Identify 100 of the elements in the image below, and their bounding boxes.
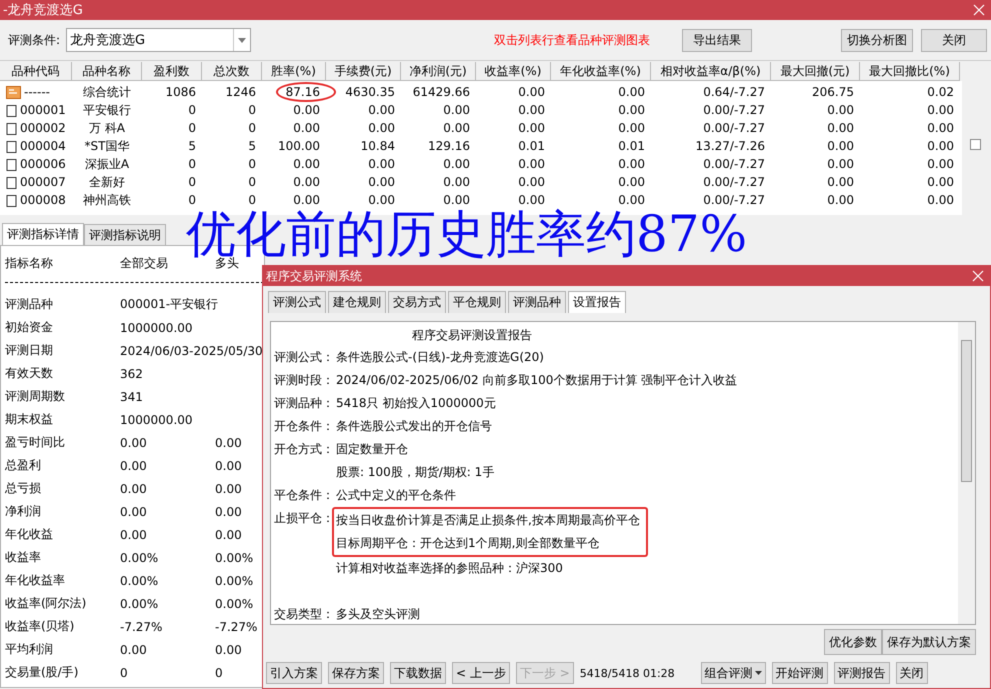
metric-name: 盈亏时间比	[5, 434, 65, 451]
tab[interactable]: 评测指标详情	[2, 223, 84, 245]
footer-button[interactable]: 关闭	[896, 662, 928, 684]
table-cell-text: 0.00	[292, 102, 321, 119]
scrollbar-thumb[interactable]	[961, 340, 972, 482]
table-cell-text: 0.00	[292, 192, 321, 209]
table-cell-text: 0.00	[617, 84, 646, 101]
report-text: 多头及空头评测	[336, 607, 420, 621]
table-cell-text: 0	[247, 120, 257, 137]
report-text: 条件选股公式发出的开仓信号	[336, 419, 492, 433]
table-cell-text: 平安银行	[82, 102, 132, 119]
table-cell-text: 61429.66	[412, 84, 471, 101]
metric-value: 0.00%	[120, 574, 158, 588]
table-cell-text: 神州高铁	[82, 192, 132, 209]
metric-name: 年化收益	[5, 526, 53, 543]
column-header[interactable]: 相对收益率α/β(%)	[651, 62, 771, 80]
document-icon	[6, 158, 17, 170]
metric-value: 0.00	[120, 458, 147, 472]
table-cell-text: 0.00	[517, 84, 546, 101]
document-icon	[6, 194, 17, 206]
metric-value: 0.00	[215, 504, 242, 518]
window-title: -龙舟竞渡选G	[3, 2, 83, 19]
report-text: 股票: 100股，期货/期权: 1手	[336, 465, 494, 479]
toolbar-button[interactable]: 导出结果	[682, 28, 752, 52]
footer-button[interactable]: 保存方案	[328, 662, 384, 684]
tab[interactable]: 评测品种	[508, 291, 566, 313]
table-cell-text: 0	[187, 192, 197, 209]
table-cell-text: 0.00	[517, 120, 546, 137]
option-button[interactable]: 保存为默认方案	[882, 629, 976, 655]
scroll-box[interactable]	[970, 139, 981, 150]
table-cell-text: 0.00	[926, 138, 955, 155]
highlight-ellipse	[276, 82, 336, 102]
table-cell-text: 0.00	[442, 156, 471, 173]
table-cell-text: 0.00	[926, 120, 955, 137]
column-header[interactable]: 胜率(%)	[262, 62, 326, 80]
report-label: 开仓方式：	[274, 442, 334, 456]
metric-value: 2024/06/03-2025/05/30	[120, 344, 263, 358]
footer-button[interactable]: < 上一步	[452, 662, 510, 684]
footer-button[interactable]: 下载数据	[390, 662, 446, 684]
metric-name: 总盈利	[5, 457, 41, 474]
table-cell-text: 4630.35	[344, 84, 396, 101]
condition-label: 评测条件:	[8, 32, 60, 48]
metric-value: 0	[120, 666, 128, 680]
column-header: 指标名称	[5, 254, 53, 272]
tab[interactable]: 平仓规则	[448, 291, 506, 313]
column-header[interactable]: 最大回撤比(%)	[860, 62, 960, 80]
footer-button[interactable]: 引入方案	[266, 662, 322, 684]
table-cell-text: 0.00	[442, 102, 471, 119]
table-cell-text: 0.00	[826, 138, 855, 155]
toolbar-button[interactable]: 切换分析图	[841, 28, 913, 52]
table-cell-text: 0.00	[926, 174, 955, 191]
report-text: 目标周期平仓：开仓达到1个周期,则全部数量平仓	[336, 536, 600, 550]
metric-value: 1000000.00	[120, 320, 193, 334]
metric-value: 0.00%	[215, 550, 254, 564]
column-header[interactable]: 净利润(元)	[401, 62, 476, 80]
table-cell-text: 1086	[164, 84, 197, 101]
document-icon	[6, 176, 17, 188]
column-header[interactable]: 最大回撤(元)	[771, 62, 860, 80]
table-cell-text: 0.00	[617, 174, 646, 191]
column-header[interactable]: 品种名称	[72, 62, 142, 80]
tab[interactable]: 评测公式	[268, 291, 326, 313]
metric-name: 平均利润	[5, 641, 53, 658]
table-cell-text: 0.00	[292, 156, 321, 173]
column-header[interactable]: 收益率(%)	[476, 62, 551, 80]
metric-value: 0.00	[215, 482, 242, 496]
table-cell-text: 0.00	[517, 156, 546, 173]
column-header[interactable]: 总次数	[202, 62, 262, 80]
progress-text: 5418/5418 01:28	[580, 666, 675, 680]
close-icon[interactable]	[972, 270, 984, 282]
table-cell-text: 0.02	[926, 84, 955, 101]
table-cell-text: 0	[247, 156, 257, 173]
column-header[interactable]: 手续费(元)	[326, 62, 401, 80]
table-cell-text: 0	[187, 156, 197, 173]
close-icon[interactable]	[973, 4, 985, 16]
condition-dropdown[interactable]: 龙舟竞渡选G	[66, 28, 252, 52]
table-cell-text: 0	[247, 102, 257, 119]
tab[interactable]: 交易方式	[388, 291, 446, 313]
footer-button[interactable]: 开始评测	[772, 662, 828, 684]
table-cell-text: 0.00/-7.27	[702, 120, 766, 137]
tab[interactable]: 设置报告	[568, 291, 626, 313]
column-header[interactable]: 盈利数	[142, 62, 202, 80]
report-label: 平仓条件：	[274, 488, 334, 502]
tab[interactable]: 评测指标说明	[84, 224, 166, 245]
table-cell-text: 0.01	[517, 138, 546, 155]
dropdown-button[interactable]: 组合评测	[700, 662, 766, 684]
option-button[interactable]: 优化参数	[824, 629, 882, 655]
table-cell-text: 129.16	[427, 138, 471, 155]
column-header[interactable]: 品种代码	[0, 62, 72, 80]
report-text: 固定数量开仓	[336, 442, 408, 456]
document-icon	[6, 104, 17, 116]
table-cell-text: ------	[24, 84, 50, 101]
metric-value: 0.00%	[215, 574, 254, 588]
toolbar-button[interactable]: 关闭	[921, 28, 987, 52]
column-header[interactable]: 年化收益率(%)	[551, 62, 651, 80]
footer-button[interactable]: 评测报告	[834, 662, 890, 684]
table-cell-text: 0.00	[617, 102, 646, 119]
table-cell-text: 000002	[20, 120, 66, 137]
tab[interactable]: 建仓规则	[328, 291, 386, 313]
metric-value: -7.27%	[120, 620, 162, 634]
hint-text: 双击列表行查看品种评测图表	[494, 32, 650, 48]
